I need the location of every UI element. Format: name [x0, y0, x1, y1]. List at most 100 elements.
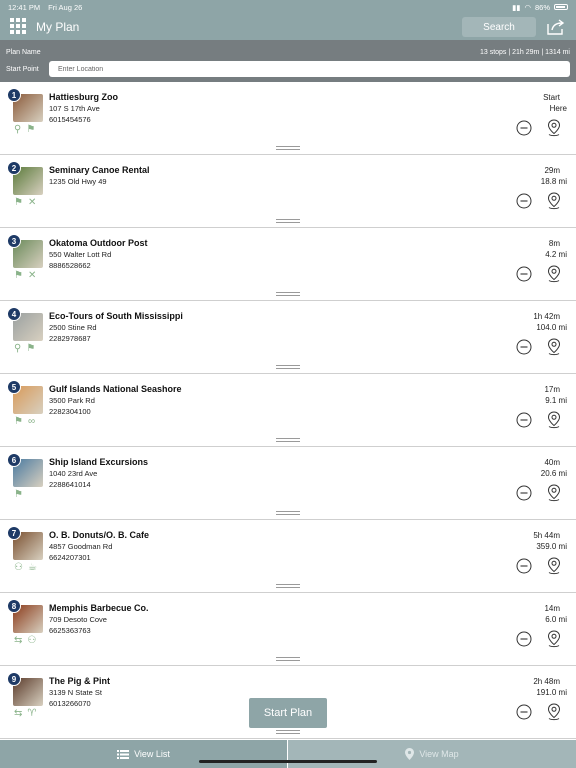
stop-dist: 4.2 mi [545, 250, 567, 259]
tab-bar: View List View Map [0, 740, 576, 768]
start-plan-button[interactable]: Start Plan [249, 698, 327, 728]
location-pin-icon[interactable] [546, 119, 562, 137]
stop-addr: 107 S 17th Ave [49, 104, 100, 113]
stop-dist: 104.0 mi [536, 323, 567, 332]
remove-stop-icon[interactable] [516, 631, 532, 647]
signpost-icon: ⚑ [14, 270, 23, 281]
category-icons: ⇆ ♈ [14, 708, 36, 719]
location-pin-icon[interactable] [546, 703, 562, 721]
category-icons: ⚇ ☕ [14, 562, 37, 573]
stop-time: 1h 42m [533, 312, 560, 321]
stop-name: Memphis Barbecue Co. [49, 603, 149, 613]
drag-handle[interactable] [276, 146, 300, 150]
stop-name: Okatoma Outdoor Post [49, 238, 148, 248]
category-icons: ⚑ ∞ [14, 416, 35, 427]
stop-number-badge: 5 [7, 380, 21, 394]
start-point-input[interactable] [49, 61, 570, 77]
stop-name: O. B. Donuts/O. B. Cafe [49, 530, 150, 540]
map-pin-icon [405, 748, 415, 760]
car-icon: ⇆ [14, 708, 23, 719]
stop-row[interactable]: 5 ⚑ ∞ Gulf Islands National Seashore 3500 Pa… [0, 374, 576, 447]
location-pin-icon[interactable] [546, 338, 562, 356]
location-pin-icon[interactable] [546, 557, 562, 575]
location-pin-icon[interactable] [546, 192, 562, 210]
stop-phone: 2282304100 [49, 407, 91, 416]
stop-name: Ship Island Excursions [49, 457, 149, 467]
drag-handle[interactable] [276, 730, 300, 734]
stop-dist: 18.8 mi [540, 177, 567, 186]
drag-handle[interactable] [276, 584, 300, 588]
drag-handle[interactable] [276, 657, 300, 661]
stop-phone: 2288641014 [49, 480, 91, 489]
location-pin-icon[interactable] [546, 411, 562, 429]
stop-row[interactable]: 8 ⇆ ⚇ Memphis Barbecue Co. 709 Desoto Cove 66… [0, 593, 576, 666]
map-pin-icon: ⚲ [14, 124, 22, 135]
signpost-icon: ⚑ [26, 124, 36, 135]
wifi-icon: ◠ [524, 2, 531, 12]
stop-time: 29m [544, 166, 560, 175]
remove-stop-icon[interactable] [516, 120, 532, 136]
stop-number-badge: 8 [7, 599, 21, 613]
stop-dist: 6.0 mi [545, 615, 567, 624]
status-time: 12:41 PM [8, 2, 41, 12]
remove-stop-icon[interactable] [516, 339, 532, 355]
remove-stop-icon[interactable] [516, 485, 532, 501]
location-pin-icon[interactable] [546, 630, 562, 648]
stop-name: Gulf Islands National Seashore [49, 384, 182, 394]
stop-row[interactable]: 2 ⚑ ✕ Seminary Canoe Rental 1235 Old Hwy 49 2… [0, 155, 576, 228]
remove-stop-icon[interactable] [516, 266, 532, 282]
tab-view-map-label: View Map [419, 749, 459, 759]
stop-number-badge: 6 [7, 453, 21, 467]
share-icon[interactable] [546, 18, 566, 36]
battery-icon [554, 4, 568, 10]
drag-handle[interactable] [276, 511, 300, 515]
drag-handle[interactable] [276, 292, 300, 296]
search-button[interactable]: Search [462, 17, 536, 37]
home-indicator [199, 760, 377, 763]
stop-number-badge: 3 [7, 234, 21, 248]
stop-number-badge: 1 [7, 88, 21, 102]
remove-stop-icon[interactable] [516, 412, 532, 428]
remove-stop-icon[interactable] [516, 704, 532, 720]
stop-dist: 191.0 mi [536, 688, 567, 697]
outdoor-tools-icon: ✕ [27, 270, 37, 281]
plan-name-label: Plan Name [6, 49, 41, 56]
remove-stop-icon[interactable] [516, 558, 532, 574]
drag-handle[interactable] [276, 438, 300, 442]
stop-row[interactable]: 7 ⚇ ☕ O. B. Donuts/O. B. Cafe 4857 Goodman R… [0, 520, 576, 593]
stop-phone: 6013266070 [49, 699, 91, 708]
page-title: My Plan [36, 20, 80, 34]
stop-phone: 2282978687 [49, 334, 91, 343]
stop-number-badge: 7 [7, 526, 21, 540]
start-point-label: Start Point [6, 66, 39, 73]
location-pin-icon[interactable] [546, 265, 562, 283]
tab-view-map[interactable]: View Map [288, 740, 576, 768]
stop-time: 8m [548, 239, 560, 248]
drag-handle[interactable] [276, 219, 300, 223]
family-icon: ⚇ [27, 635, 37, 646]
stop-name: Hattiesburg Zoo [49, 92, 118, 102]
stop-row[interactable]: 1 ⚲ ⚑ Hattiesburg Zoo 107 S 17th Ave 60154545… [0, 82, 576, 155]
stop-dist: 20.6 mi [540, 469, 567, 478]
category-icons: ⚲ ⚑ [14, 124, 35, 135]
stop-row[interactable]: 4 ⚲ ⚑ Eco-Tours of South Mississippi 2500 St… [0, 301, 576, 374]
tab-view-list[interactable]: View List [0, 740, 288, 768]
stop-row[interactable]: 6 ⚑ Ship Island Excursions 1040 23rd Ave 228… [0, 447, 576, 520]
remove-stop-icon[interactable] [516, 193, 532, 209]
signpost-icon: ⚑ [14, 416, 23, 427]
stop-row[interactable]: 3 ⚑ ✕ Okatoma Outdoor Post 550 Walter Lott R… [0, 228, 576, 301]
stop-phone: 6625363763 [49, 626, 91, 635]
stop-addr: 2500 Stine Rd [49, 323, 97, 332]
stop-time: 17m [544, 385, 560, 394]
drag-handle[interactable] [276, 365, 300, 369]
stop-name: The Pig & Pint [49, 676, 111, 686]
stop-name: Eco-Tours of South Mississippi [49, 311, 183, 321]
grid-menu-icon[interactable] [10, 18, 28, 36]
list-icon [117, 749, 130, 759]
stop-dist: Here [549, 104, 567, 113]
plan-stats: 13 stops | 21h 29m | 1314 mi [479, 49, 570, 56]
car-icon: ⇆ [14, 635, 23, 646]
location-pin-icon[interactable] [546, 484, 562, 502]
stop-phone: 8886528662 [49, 261, 91, 270]
plan-header: Plan Name 13 stops | 21h 29m | 1314 mi S… [0, 40, 576, 82]
